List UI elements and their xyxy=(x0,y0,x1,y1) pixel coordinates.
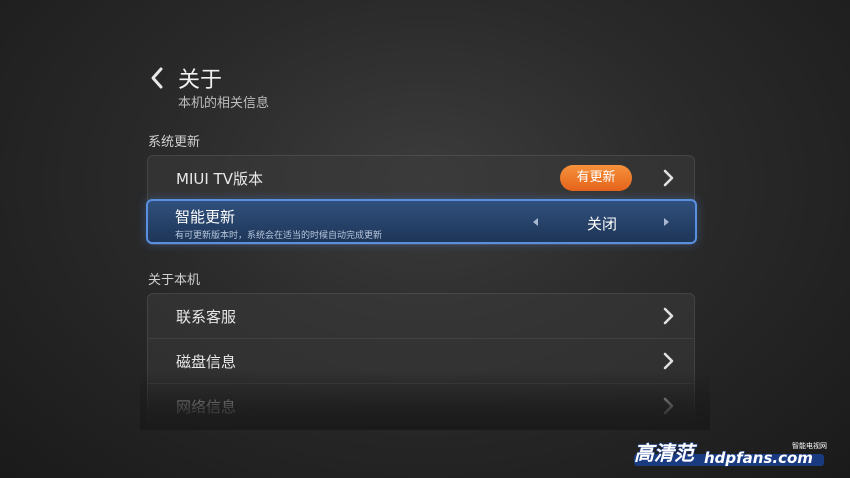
watermark-logo: 高清范 hdpfans.com 智能电视网 xyxy=(633,440,827,467)
page-subtitle: 本机的相关信息 xyxy=(178,96,270,111)
chevron-right-icon xyxy=(663,352,674,370)
miui-tv-version-row[interactable]: MIUI TV版本 有更新 xyxy=(148,156,694,200)
row-label: 网络信息 xyxy=(176,398,237,416)
row-label: 联系客服 xyxy=(176,308,237,326)
watermark-url: hdpfans.com xyxy=(704,449,813,467)
update-available-badge: 有更新 xyxy=(560,165,632,191)
chevron-left-icon xyxy=(151,67,163,89)
chevron-right-icon xyxy=(663,307,674,325)
disk-info-row[interactable]: 磁盘信息 xyxy=(148,339,694,384)
watermark-logo-text: 高清范 xyxy=(634,441,698,465)
smart-update-label: 智能更新 xyxy=(175,208,236,226)
triangle-left-icon[interactable] xyxy=(533,218,538,226)
smart-update-row[interactable]: 智能更新 有可更新版本时，系统会在适当的时候自动完成更新 关闭 xyxy=(146,199,697,244)
section-label-about-device: 关于本机 xyxy=(148,273,201,288)
triangle-right-icon[interactable] xyxy=(664,218,669,226)
watermark-tagline: 智能电视网 xyxy=(792,441,827,450)
network-info-row[interactable]: 网络信息 xyxy=(148,384,694,425)
back-button[interactable] xyxy=(148,66,166,90)
chevron-right-icon xyxy=(663,169,674,187)
about-device-card: 联系客服 磁盘信息 网络信息 xyxy=(147,293,695,426)
row-label: 磁盘信息 xyxy=(176,353,237,371)
section-label-system-update: 系统更新 xyxy=(148,135,201,150)
smart-update-value: 关闭 xyxy=(586,215,617,233)
page-title: 关于 xyxy=(178,68,223,93)
chevron-right-icon xyxy=(663,397,674,415)
smart-update-description: 有可更新版本时，系统会在适当的时候自动完成更新 xyxy=(175,231,383,241)
row-label: MIUI TV版本 xyxy=(176,170,263,188)
contact-support-row[interactable]: 联系客服 xyxy=(148,294,694,339)
